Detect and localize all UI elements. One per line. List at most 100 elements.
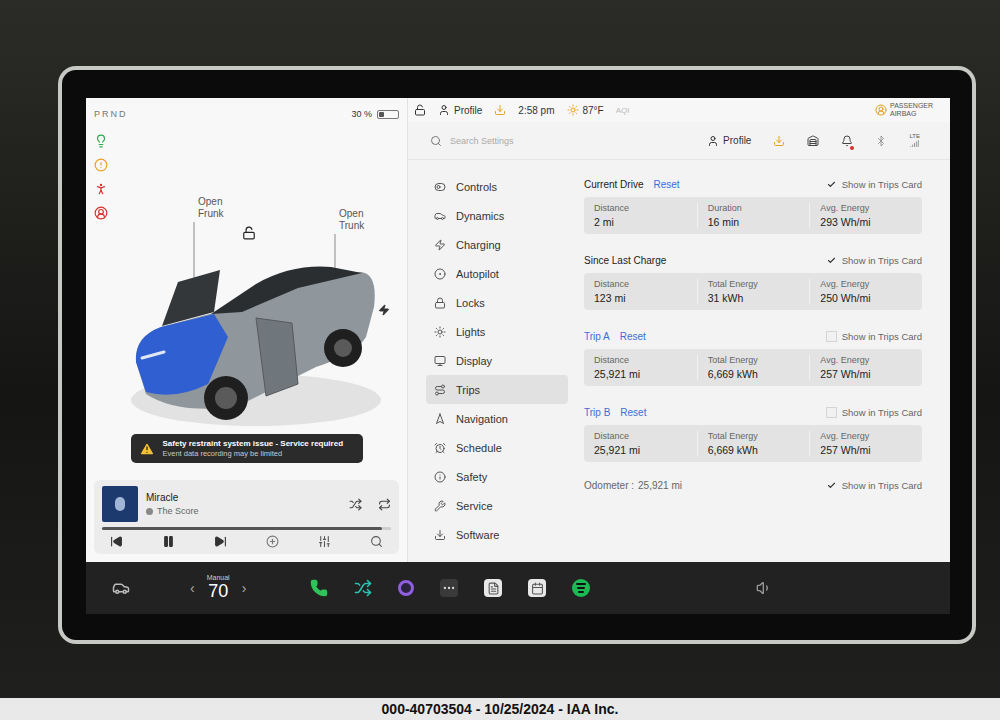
sun-icon	[567, 104, 579, 116]
show-in-card-toggle[interactable]: Show in Trips Card	[826, 255, 922, 266]
search-icon[interactable]	[370, 535, 383, 548]
sidebar-item[interactable]: Controls	[426, 172, 568, 201]
toybox-icon[interactable]	[354, 579, 372, 597]
trips-content: Current DriveResetShow in Trips CardDist…	[578, 160, 950, 562]
car-icon[interactable]	[112, 579, 130, 597]
sidebar-item[interactable]: Autopilot	[426, 259, 568, 288]
settings-header: Search Settings Profile LTE	[408, 122, 950, 160]
odometer-row: Odometer :25,921 miShow in Trips Card	[584, 480, 922, 491]
show-checkbox[interactable]	[826, 255, 837, 266]
profile-button[interactable]: Profile	[707, 135, 751, 147]
show-label: Show in Trips Card	[842, 331, 922, 342]
garage-icon[interactable]	[807, 135, 819, 147]
battery-icon	[377, 110, 399, 119]
show-in-card-toggle[interactable]: Show in Trips Card	[826, 331, 922, 342]
open-trunk-button[interactable]: Open Trunk	[339, 208, 377, 232]
temp-down-button[interactable]: ‹	[190, 580, 195, 596]
reset-link[interactable]: Reset	[620, 407, 646, 418]
download-icon[interactable]	[494, 104, 506, 116]
pause-icon[interactable]	[162, 535, 175, 548]
equalizer-icon[interactable]	[318, 535, 331, 548]
media-progress[interactable]	[102, 527, 391, 530]
sidebar-item[interactable]: Schedule	[426, 433, 568, 462]
trip-stat: Total Energy31 kWh	[697, 279, 810, 304]
trip-card: Distance2 miDuration16 minAvg. Energy293…	[584, 197, 922, 234]
open-frunk-button[interactable]: Open Frunk	[198, 196, 236, 220]
trip-title-row: Current DriveResetShow in Trips Card	[584, 176, 922, 192]
show-label: Show in Trips Card	[842, 255, 922, 266]
sidebar-label: Schedule	[456, 442, 502, 454]
trip-section: Trip B Reset Show in Trips Card Distance25,…	[584, 404, 922, 462]
car-illustration[interactable]	[116, 122, 400, 434]
previous-icon[interactable]	[110, 535, 123, 548]
sidebar-item[interactable]: Dynamics	[426, 201, 568, 230]
sidebar-label: Locks	[456, 297, 485, 309]
stat-label: Avg. Energy	[820, 279, 912, 289]
calendar-button[interactable]	[528, 579, 546, 597]
trip-section: Since Last ChargeShow in Trips CardDista…	[584, 252, 922, 310]
bluetooth-icon[interactable]	[875, 135, 887, 147]
stat-label: Distance	[594, 355, 687, 365]
more-apps-button[interactable]	[440, 579, 458, 597]
media-info: MiracleThe Score	[102, 486, 391, 522]
sidebar-item[interactable]: Locks	[426, 288, 568, 317]
charge-port-icon[interactable]	[378, 304, 390, 316]
search-field[interactable]: Search Settings	[430, 135, 630, 147]
header-icons: Profile LTE	[707, 133, 920, 148]
trip-stat: Avg. Energy257 Wh/mi	[809, 355, 922, 380]
lock-open-icon[interactable]	[242, 226, 256, 240]
sidebar-label: Service	[456, 500, 493, 512]
sidebar-item[interactable]: Navigation	[426, 404, 568, 433]
show-checkbox[interactable]	[826, 179, 837, 190]
trip-title[interactable]: Trip B	[584, 407, 610, 418]
spotify-icon[interactable]	[572, 579, 590, 597]
menu-icon	[434, 384, 446, 396]
repeat-icon[interactable]	[378, 498, 391, 511]
show-checkbox[interactable]	[826, 480, 837, 491]
trip-card: Distance123 miTotal Energy31 kWhAvg. Ene…	[584, 273, 922, 310]
add-icon[interactable]	[266, 535, 279, 548]
menu-icon	[434, 326, 446, 338]
trip-stat: Distance25,921 mi	[584, 431, 697, 456]
sidebar-item[interactable]: Lights	[426, 317, 568, 346]
weather: 87°F	[567, 104, 604, 116]
profile-button[interactable]: Profile	[438, 104, 482, 116]
sidebar-item[interactable]: Software	[426, 520, 568, 549]
lock-open-icon[interactable]	[414, 104, 426, 116]
camera-icon[interactable]	[398, 580, 414, 596]
status-bar: Profile2:58 pm87°FAQIPASSENGER AIRBAG	[408, 98, 950, 122]
show-checkbox[interactable]	[826, 407, 837, 418]
download-icon[interactable]	[773, 135, 785, 147]
sidebar-label: Autopilot	[456, 268, 499, 280]
stat-label: Avg. Energy	[820, 355, 912, 365]
show-in-card-toggle[interactable]: Show in Trips Card	[826, 407, 922, 418]
stat-label: Total Energy	[708, 431, 800, 441]
notifications-button[interactable]	[841, 135, 853, 147]
climate-control: ‹ Manual70 ›	[190, 574, 246, 602]
temp-up-button[interactable]: ›	[242, 580, 247, 596]
show-in-card-toggle[interactable]: Show in Trips Card	[826, 480, 922, 491]
next-icon[interactable]	[214, 535, 227, 548]
show-checkbox[interactable]	[826, 331, 837, 342]
climate-readout[interactable]: Manual70	[207, 574, 230, 602]
stat-value: 257 Wh/mi	[820, 444, 912, 456]
screen-bezel: PRND30 %Open FrunkOpen TrunkSafety restr…	[62, 70, 972, 640]
notes-button[interactable]	[484, 579, 502, 597]
reset-link[interactable]: Reset	[653, 179, 679, 190]
reset-link[interactable]: Reset	[620, 331, 646, 342]
sidebar-item[interactable]: Service	[426, 491, 568, 520]
sidebar-item[interactable]: Trips	[426, 375, 568, 404]
volume-control[interactable]	[756, 580, 772, 596]
notes-icon	[487, 582, 500, 595]
sidebar-item[interactable]: Display	[426, 346, 568, 375]
dock: ‹ Manual70 ›	[86, 562, 950, 614]
trip-title[interactable]: Trip A	[584, 331, 610, 342]
airbag-status: PASSENGER AIRBAG	[875, 102, 934, 118]
sidebar-item[interactable]: Charging	[426, 230, 568, 259]
show-in-card-toggle[interactable]: Show in Trips Card	[826, 179, 922, 190]
sidebar-item[interactable]: Safety	[426, 462, 568, 491]
network-label: LTE	[909, 133, 920, 139]
trip-title-row: Trip A Reset Show in Trips Card	[584, 328, 922, 344]
phone-icon[interactable]	[310, 579, 328, 597]
shuffle-icon[interactable]	[349, 498, 362, 511]
